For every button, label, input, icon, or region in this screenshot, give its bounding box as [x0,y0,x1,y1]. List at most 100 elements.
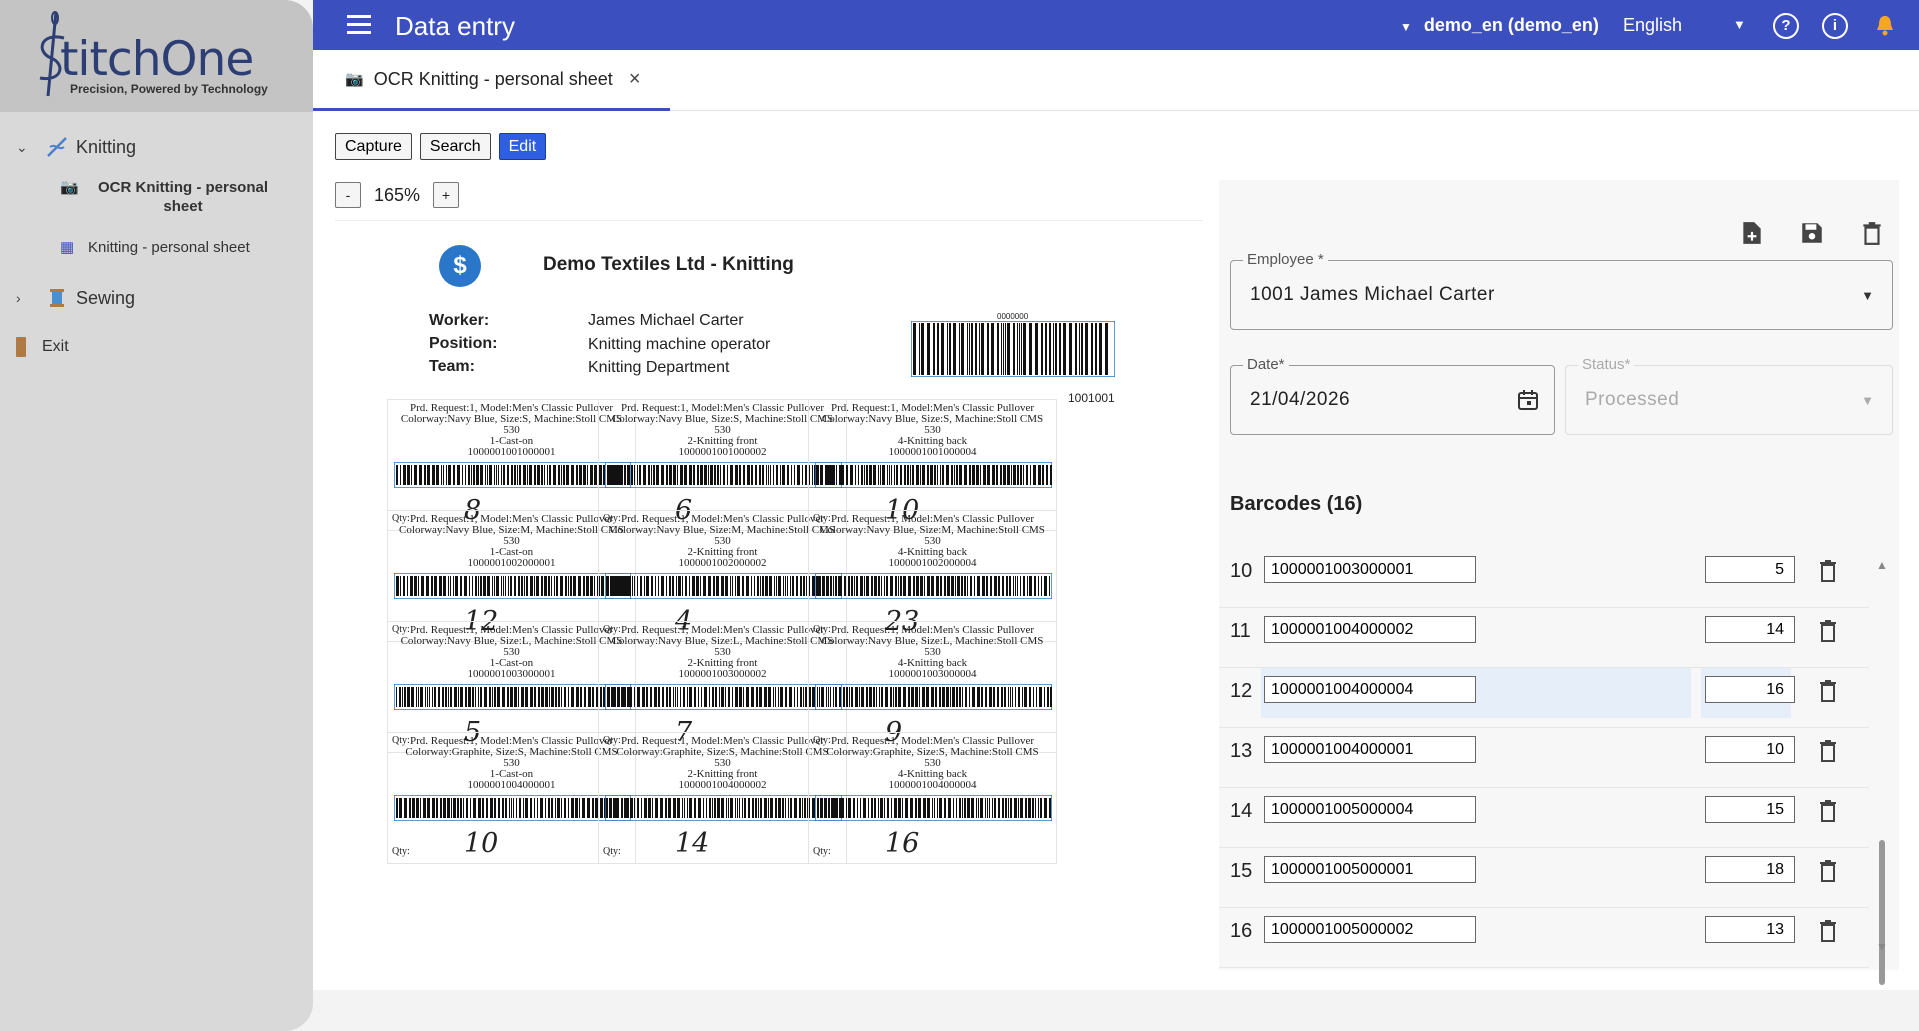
barcode-row[interactable]: 10 [1219,548,1869,608]
ticket-barcode [394,573,631,599]
worker-value: James Michael Carter [588,312,744,329]
delete-icon[interactable] [1817,798,1839,824]
date-value: 21/04/2026 [1250,389,1351,410]
barcode-row[interactable]: 14 [1219,788,1869,848]
sidebar-item-knitting-sheet[interactable]: ▦ Knitting - personal sheet [0,238,313,257]
hamburger-menu-icon[interactable] [347,15,371,39]
quantity-input[interactable] [1705,556,1795,583]
barcode-row[interactable]: 11 [1219,608,1869,668]
ticket-barcode [815,795,1052,821]
barcode-input[interactable] [1264,796,1476,823]
quantity-input[interactable] [1705,796,1795,823]
sidebar: titchOne Precision, Powered by Technolog… [0,0,313,1031]
zoom-in-button[interactable]: + [433,182,459,208]
delete-icon[interactable] [1817,678,1839,704]
barcode-input[interactable] [1264,556,1476,583]
barcodes-title: Barcodes (16) [1230,493,1363,515]
row-number: 15 [1230,860,1253,882]
quantity-input[interactable] [1705,676,1795,703]
calendar-icon[interactable] [1516,388,1540,412]
zoom-control: - 165% + [335,182,459,208]
delete-icon[interactable] [1817,618,1839,644]
menu-group-label: Knitting [76,136,137,157]
barcode-input[interactable] [1264,616,1476,643]
barcode-input[interactable] [1264,736,1476,763]
barcode-row[interactable]: 16 [1219,908,1869,968]
scrollbar-thumb[interactable] [1879,840,1885,985]
exit-button[interactable]: Exit [0,337,313,357]
ticket-barcode [815,684,1052,710]
logo-text: titchOne [60,32,254,87]
logo: titchOne Precision, Powered by Technolog… [0,0,313,112]
sidebar-item-label: OCR Knitting - personal sheet [98,179,268,215]
delete-icon[interactable] [1817,558,1839,584]
position-label: Position: [429,335,498,352]
bell-icon[interactable] [1875,14,1895,36]
camera-icon: 📷 [60,179,79,196]
sidebar-item-ocr-knitting[interactable]: 📷 OCR Knitting - personal sheet [0,178,313,216]
quantity-input[interactable] [1705,916,1795,943]
exit-label: Exit [42,338,69,355]
caret-down-icon: ▼ [1861,288,1874,303]
close-icon[interactable]: × [629,68,641,91]
zoom-level: 165% [373,184,421,205]
employee-value: 1001 James Michael Carter [1250,284,1495,305]
zoom-out-button[interactable]: - [335,182,361,208]
worker-barcode-number: 1001001 [1068,391,1115,405]
delete-icon[interactable] [1817,858,1839,884]
handwritten-qty: 16 [885,828,920,859]
barcode-row[interactable]: 15 [1219,848,1869,908]
ticket-barcode [394,684,631,710]
capture-button[interactable]: Capture [335,133,412,160]
tenant-selector[interactable]: ▼ demo_en (demo_en) [1400,15,1599,36]
row-number: 16 [1230,920,1253,942]
quantity-input[interactable] [1705,616,1795,643]
menu-group-sewing[interactable]: › Sewing [0,281,313,315]
delete-icon[interactable] [1817,918,1839,944]
door-icon [16,337,26,357]
add-document-icon[interactable] [1739,220,1765,246]
chevron-down-icon[interactable]: ⌄ [16,139,32,156]
barcode-row[interactable]: 12 [1219,668,1869,728]
worker-barcode-caption: 0000000 [997,312,1029,321]
ticket-barcode [605,573,842,599]
caret-down-icon[interactable]: ▼ [1733,17,1746,32]
status-select: Status* Processed ▼ [1565,356,1893,435]
delete-icon[interactable] [1817,738,1839,764]
edit-button[interactable]: Edit [498,133,547,160]
employee-select[interactable]: Employee * 1001 James Michael Carter ▼ [1230,251,1893,330]
language-select[interactable]: English [1623,15,1682,36]
quantity-input[interactable] [1705,856,1795,883]
date-field[interactable]: Date* 21/04/2026 [1230,356,1555,435]
help-icon[interactable]: ? [1773,13,1799,39]
ticket-barcode [815,573,1052,599]
caret-down-icon: ▼ [1861,393,1874,408]
search-button[interactable]: Search [419,133,491,160]
main-content: 📷 OCR Knitting - personal sheet × Captur… [313,50,1919,990]
quantity-input[interactable] [1705,736,1795,763]
barcode-input[interactable] [1264,916,1476,943]
row-number: 13 [1230,740,1253,762]
barcode-input[interactable] [1264,676,1476,703]
qty-label: Qty: [813,846,831,857]
side-menu: ⌄ Knitting 📷 OCR Knitting - personal she… [0,112,313,357]
ticket-barcode [605,462,842,488]
delete-icon[interactable] [1859,220,1885,246]
ticket-barcode [605,684,842,710]
scroll-up-icon[interactable]: ▲ [1876,558,1888,572]
menu-group-knitting[interactable]: ⌄ Knitting [0,130,313,164]
tab-ocr-knitting[interactable]: 📷 OCR Knitting - personal sheet × [313,50,670,111]
row-number: 12 [1230,680,1253,702]
ticket-text: 1000001004000004 [888,779,977,791]
scroll-down-icon[interactable]: ▼ [1876,940,1888,954]
thread-spool-icon [44,285,70,311]
menu-group-label: Sewing [76,287,136,308]
save-icon[interactable] [1799,220,1825,246]
document-preview[interactable]: $ Demo Textiles Ltd - Knitting Worker: J… [335,220,1203,962]
info-icon[interactable]: i [1822,13,1848,39]
handwritten-qty: 10 [464,828,499,859]
page-title: Data entry [395,11,515,41]
barcode-input[interactable] [1264,856,1476,883]
barcode-row[interactable]: 13 [1219,728,1869,788]
chevron-right-icon[interactable]: › [16,290,32,306]
